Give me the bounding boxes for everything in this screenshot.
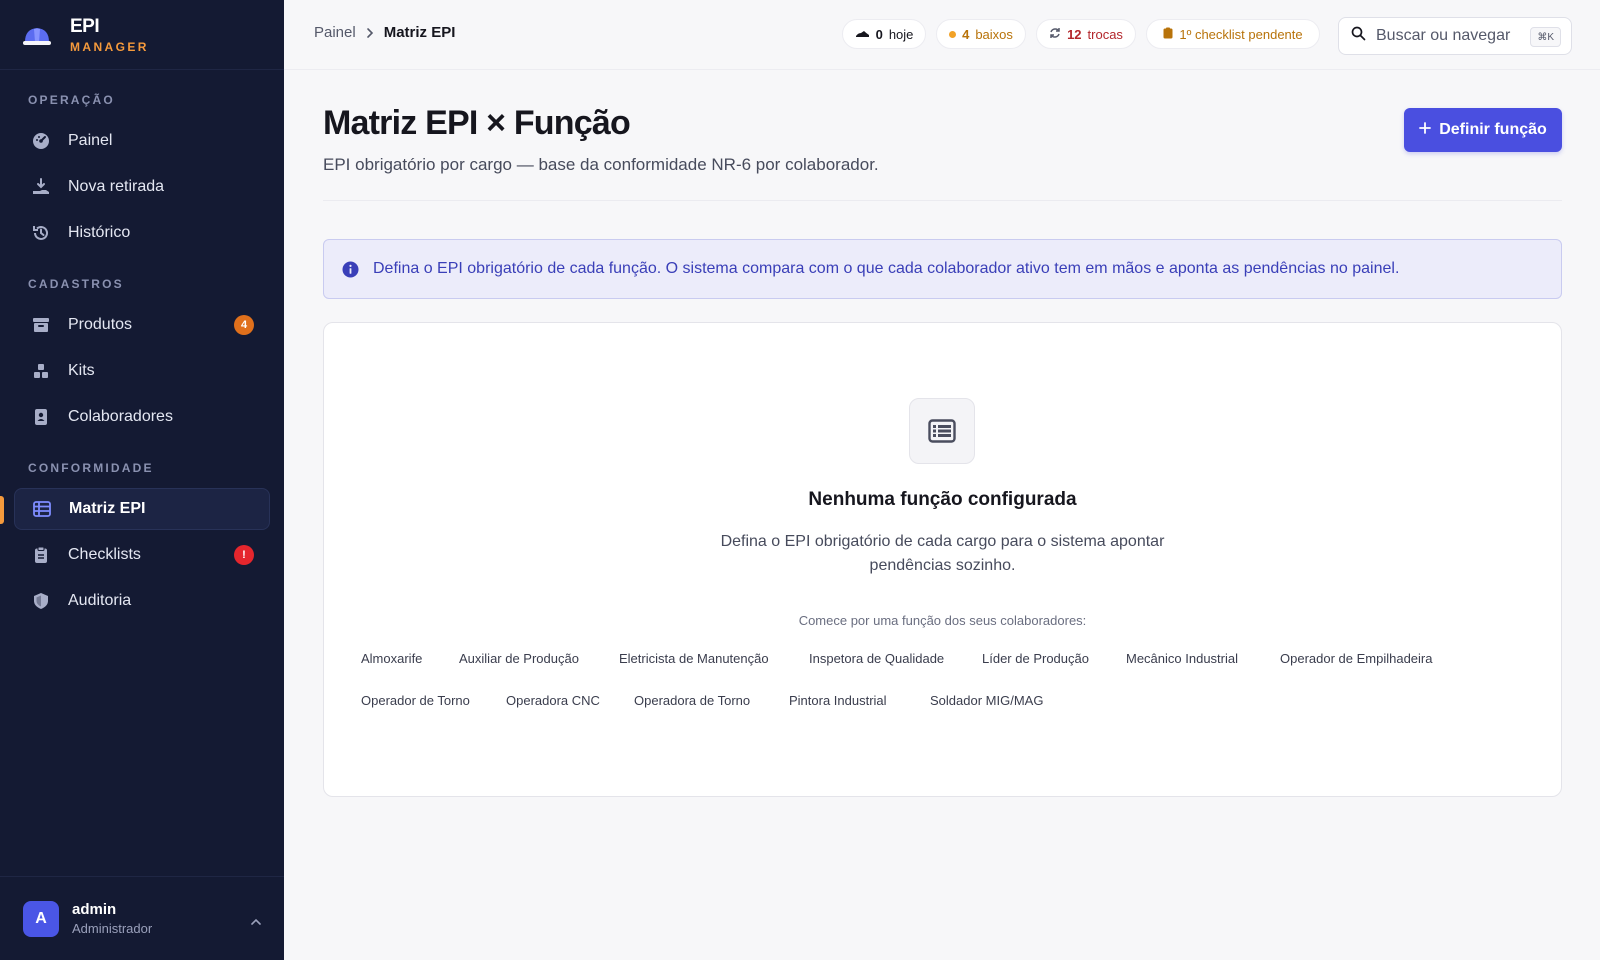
empty-title: Nenhuma função configurada xyxy=(808,489,1077,510)
empty-state-card: Nenhuma função configurada Defina o EPI … xyxy=(323,322,1562,797)
role-chip[interactable]: Eletricista de Manutenção xyxy=(605,643,783,673)
role-chip[interactable]: Pintora Industrial xyxy=(775,685,901,715)
search-icon xyxy=(1351,26,1366,46)
status-dot xyxy=(949,30,957,38)
section-label-cadastros: CADASTROS xyxy=(28,277,124,291)
active-indicator xyxy=(0,496,4,524)
info-icon xyxy=(342,261,359,278)
sidebar: EPI MANAGER OPERAÇÃO Painel Nova retirad… xyxy=(0,0,284,960)
sidebar-item-colaboradores[interactable]: Colaboradores xyxy=(14,396,270,438)
chevron-right-icon xyxy=(366,27,374,39)
archive-box-icon xyxy=(32,316,50,334)
breadcrumb-root[interactable]: Painel xyxy=(314,24,356,41)
low-stock-badge: 4 xyxy=(234,315,254,335)
brand[interactable]: EPI MANAGER xyxy=(0,0,284,70)
sidebar-item-nova-retirada[interactable]: Nova retirada xyxy=(14,166,270,208)
search-input[interactable] xyxy=(1376,27,1526,45)
table-list-icon xyxy=(909,398,975,464)
sidebar-item-produtos[interactable]: Produtos 4 xyxy=(14,304,270,346)
sidebar-item-label: Colaboradores xyxy=(68,408,173,425)
sidebar-item-matriz-epi[interactable]: Matriz EPI xyxy=(14,488,270,530)
brand-title: EPI xyxy=(70,15,100,37)
checklist-label: 1º checklist pendente xyxy=(1179,26,1303,42)
role-chip[interactable]: Almoxarife xyxy=(347,643,436,673)
hard-hat-icon xyxy=(23,27,51,45)
shield-icon xyxy=(32,592,50,610)
today-count: 0 xyxy=(875,26,883,42)
today-pill[interactable]: 0 hoje xyxy=(842,19,926,49)
section-label-operacao: OPERAÇÃO xyxy=(28,93,115,107)
topbar: Painel Matriz EPI 0 hoje 4 baixos 12 tro… xyxy=(284,0,1600,70)
user-name: admin xyxy=(72,901,117,918)
role-chip[interactable]: Mecânico Industrial xyxy=(1112,643,1252,673)
history-icon xyxy=(32,224,50,242)
clipboard-icon xyxy=(1163,27,1173,42)
sidebar-item-label: Histórico xyxy=(68,224,131,241)
define-role-label: Definir função xyxy=(1439,121,1547,138)
role-chip[interactable]: Inspetora de Qualidade xyxy=(795,643,958,673)
chevron-up-icon[interactable] xyxy=(250,913,262,931)
sidebar-item-label: Kits xyxy=(68,362,95,379)
low-count: 4 xyxy=(962,26,970,42)
start-label: Comece por uma função dos seus colaborad… xyxy=(798,613,1087,628)
shortcut-hint: ⌘K xyxy=(1530,27,1561,47)
shoe-icon xyxy=(855,27,870,42)
role-chip[interactable]: Operadora de Torno xyxy=(620,685,764,715)
alert-badge: ! xyxy=(234,545,254,565)
clipboard-icon xyxy=(32,546,50,564)
table-list-icon xyxy=(33,500,51,518)
low-stock-pill[interactable]: 4 baixos xyxy=(936,19,1026,49)
today-label: hoje xyxy=(888,26,914,42)
swaps-label: trocas xyxy=(1087,26,1123,42)
id-badge-icon xyxy=(32,408,50,426)
sidebar-item-label: Matriz EPI xyxy=(69,500,146,517)
define-role-button[interactable]: Definir função xyxy=(1404,108,1562,152)
refresh-icon xyxy=(1049,27,1061,42)
role-chip[interactable]: Auxiliar de Produção xyxy=(445,643,593,673)
avatar: A xyxy=(23,900,59,937)
page-subtitle: EPI obrigatório por cargo — base da conf… xyxy=(323,155,879,174)
info-banner: Defina o EPI obrigatório de cada função.… xyxy=(323,239,1562,299)
sidebar-item-painel[interactable]: Painel xyxy=(14,120,270,162)
sidebar-item-auditoria[interactable]: Auditoria xyxy=(14,580,270,622)
user-menu[interactable]: A admin Administrador xyxy=(0,876,284,960)
info-text: Defina o EPI obrigatório de cada função.… xyxy=(373,260,1400,277)
user-role: Administrador xyxy=(72,921,153,936)
checklist-pill[interactable]: 1º checklist pendente xyxy=(1146,19,1320,49)
brand-subtitle: MANAGER xyxy=(70,39,149,54)
swaps-count: 12 xyxy=(1067,26,1082,42)
section-label-conformidade: CONFORMIDADE xyxy=(28,461,154,475)
sidebar-item-label: Auditoria xyxy=(68,592,132,609)
hand-receive-icon xyxy=(32,178,50,196)
role-chip[interactable]: Soldador MIG/MAG xyxy=(916,685,1057,715)
boxes-icon xyxy=(32,362,50,380)
breadcrumb-current: Matriz EPI xyxy=(383,24,456,41)
sidebar-item-historico[interactable]: Histórico xyxy=(14,212,270,254)
sidebar-item-label: Produtos xyxy=(68,316,133,333)
page-title: Matriz EPI × Função xyxy=(323,104,631,142)
role-chip[interactable]: Operadora CNC xyxy=(492,685,614,715)
search-box[interactable]: ⌘K xyxy=(1338,17,1572,55)
role-chip[interactable]: Operador de Empilhadeira xyxy=(1266,643,1446,673)
role-chip[interactable]: Líder de Produção xyxy=(968,643,1103,673)
swaps-pill[interactable]: 12 trocas xyxy=(1036,19,1136,49)
sidebar-item-checklists[interactable]: Checklists ! xyxy=(14,534,270,576)
dashboard-icon xyxy=(32,132,50,150)
sidebar-item-kits[interactable]: Kits xyxy=(14,350,270,392)
empty-description: Defina o EPI obrigatório de cada cargo p… xyxy=(720,533,1165,574)
sidebar-item-label: Nova retirada xyxy=(68,178,165,195)
plus-icon xyxy=(1419,121,1432,139)
role-chip[interactable]: Operador de Torno xyxy=(347,685,484,715)
breadcrumb: Painel Matriz EPI xyxy=(314,24,455,41)
sidebar-item-label: Painel xyxy=(68,132,113,149)
divider xyxy=(323,200,1562,201)
sidebar-item-label: Checklists xyxy=(68,546,141,563)
low-label: baixos xyxy=(975,26,1013,42)
